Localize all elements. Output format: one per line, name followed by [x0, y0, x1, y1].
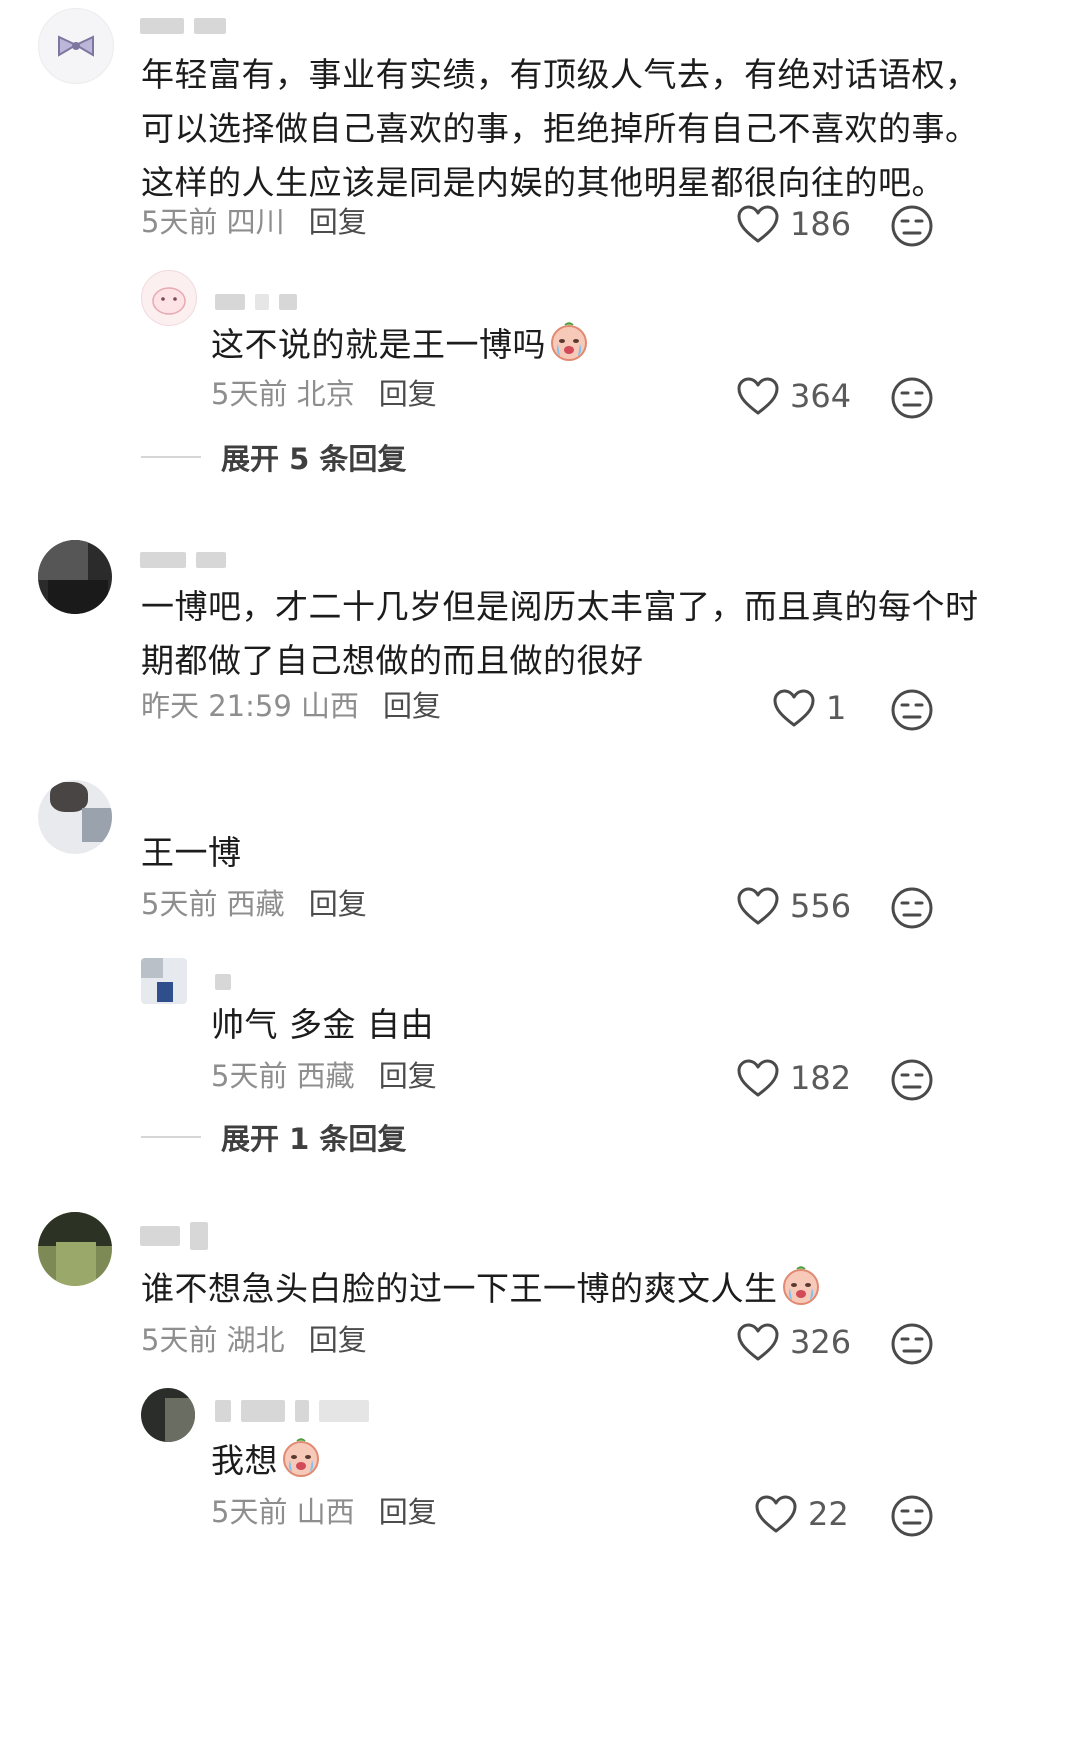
comment-meta: 5天前 四川 回复 [141, 204, 367, 240]
divider [141, 1136, 201, 1138]
crying-emoji-icon [280, 1436, 322, 1478]
reply-meta: 5天前 山西 回复 [211, 1494, 437, 1530]
reply-meta: 5天前 北京 回复 [211, 376, 437, 412]
like-count: 182 [790, 1059, 852, 1097]
reply-time: 5天前 [211, 377, 288, 411]
comment-time: 昨天 21:59 [141, 689, 292, 723]
like-button[interactable]: 326 [736, 1322, 851, 1362]
avatar[interactable] [38, 8, 114, 84]
heart-icon [772, 688, 816, 728]
like-count: 326 [790, 1323, 852, 1361]
dislike-face-icon[interactable] [890, 204, 934, 248]
divider [141, 456, 201, 458]
reply-button[interactable]: 回复 [379, 1058, 437, 1094]
like-button[interactable]: 364 [736, 376, 851, 416]
comment-time: 5天前 [141, 887, 218, 921]
comment-text: 一博吧，才二十几岁但是阅历太丰富了，而且真的每个时 期都做了自己想做的而且做的很… [141, 587, 979, 680]
like-count: 186 [790, 205, 852, 243]
avatar[interactable] [38, 1212, 112, 1286]
comment-meta: 5天前 西藏 回复 [141, 886, 367, 922]
avatar[interactable] [38, 540, 112, 614]
dislike-face-icon[interactable] [890, 376, 934, 420]
reply-button[interactable]: 回复 [379, 376, 437, 412]
reply-time: 5天前 [211, 1495, 288, 1529]
bow-icon [58, 35, 94, 57]
expand-replies-button[interactable]: 展开 1 条回复 [141, 1116, 406, 1158]
like-button[interactable]: 556 [736, 886, 851, 926]
like-count: 1 [826, 689, 847, 727]
like-count: 22 [808, 1495, 849, 1533]
reply-meta: 5天前 西藏 回复 [211, 1058, 437, 1094]
comment-time: 5天前 [141, 205, 218, 239]
comment-location: 四川 [226, 205, 285, 239]
avatar[interactable] [38, 780, 112, 854]
crying-emoji-icon [548, 320, 590, 362]
reply-location: 北京 [296, 377, 355, 411]
comment-meta: 5天前 湖北 回复 [141, 1322, 367, 1358]
username-blurred[interactable] [140, 1222, 208, 1250]
comment-text: 年轻富有，事业有实绩，有顶级人气去，有绝对话语权， 可以选择做自己喜欢的事，拒绝… [141, 55, 979, 202]
dislike-face-icon[interactable] [890, 688, 934, 732]
like-button[interactable]: 186 [736, 204, 851, 244]
heart-icon [736, 1058, 780, 1098]
reply-text: 这不说的就是王一博吗 [211, 318, 590, 372]
reply-button[interactable]: 回复 [309, 204, 367, 240]
comment-location: 山西 [301, 689, 360, 723]
expand-label: 展开 1 条回复 [221, 1122, 407, 1156]
heart-icon [736, 1322, 780, 1362]
reply-button[interactable]: 回复 [379, 1494, 437, 1530]
dislike-face-icon[interactable] [890, 1058, 934, 1102]
reply-avatar[interactable] [141, 1388, 195, 1442]
expand-label: 展开 5 条回复 [221, 442, 407, 476]
comment-time: 5天前 [141, 1323, 218, 1357]
heart-icon [736, 204, 780, 244]
reply-location: 山西 [296, 1495, 355, 1529]
reply-time: 5天前 [211, 1059, 288, 1093]
reply-username-blurred[interactable] [215, 974, 231, 990]
like-count: 556 [790, 887, 852, 925]
reply-button[interactable]: 回复 [383, 688, 441, 724]
comment-meta: 昨天 21:59 山西 回复 [141, 688, 441, 724]
comment-text: 谁不想急头白脸的过一下王一博的爽文人生 [141, 1262, 822, 1316]
dislike-face-icon[interactable] [890, 1322, 934, 1366]
reply-text: 帅气 多金 自由 [211, 1005, 434, 1044]
comment-location: 西藏 [226, 887, 285, 921]
reply-username-blurred[interactable] [215, 1400, 369, 1422]
reply-avatar[interactable] [141, 270, 197, 326]
crying-emoji-icon [780, 1264, 822, 1306]
pig-avatar-icon [152, 287, 186, 315]
reply-button[interactable]: 回复 [309, 886, 367, 922]
reply-avatar[interactable] [141, 958, 187, 1004]
expand-replies-button[interactable]: 展开 5 条回复 [141, 436, 406, 478]
comment-location: 湖北 [226, 1323, 285, 1357]
like-button[interactable]: 1 [772, 688, 846, 728]
heart-icon [754, 1494, 798, 1534]
reply-username-blurred[interactable] [215, 294, 297, 310]
reply-text: 我想 [211, 1434, 322, 1488]
username-blurred[interactable] [140, 18, 226, 34]
heart-icon [736, 886, 780, 926]
like-button[interactable]: 182 [736, 1058, 851, 1098]
dislike-face-icon[interactable] [890, 1494, 934, 1538]
dislike-face-icon[interactable] [890, 886, 934, 930]
comment-text: 王一博 [141, 833, 242, 872]
username-blurred[interactable] [140, 552, 226, 568]
like-button[interactable]: 22 [754, 1494, 849, 1534]
reply-location: 西藏 [296, 1059, 355, 1093]
heart-icon [736, 376, 780, 416]
like-count: 364 [790, 377, 852, 415]
reply-button[interactable]: 回复 [309, 1322, 367, 1358]
